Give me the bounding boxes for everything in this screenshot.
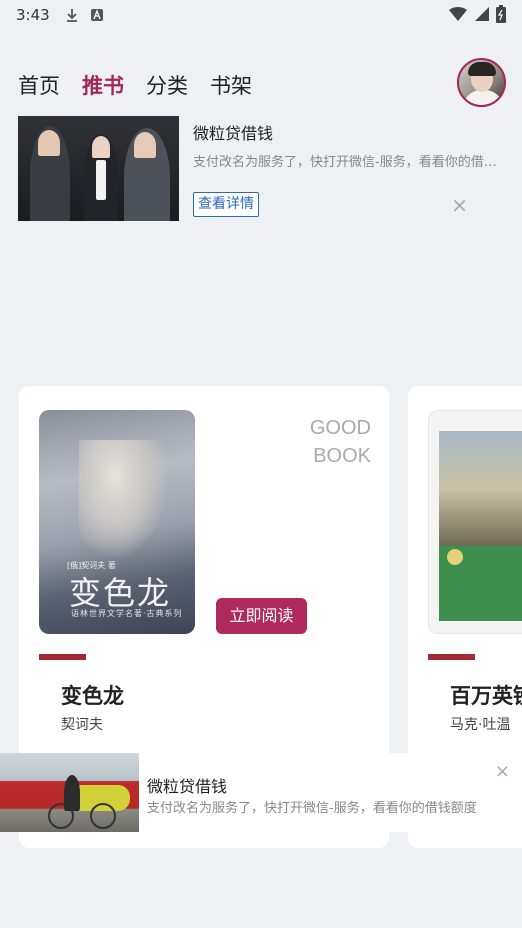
ad-bottom-description[interactable]: 支付改名为服务了，快打开微信-服务，看看你的借钱额度 [147, 797, 487, 816]
tab-home[interactable]: 首页 [18, 70, 60, 100]
status-bar: 3:43 [0, 0, 522, 30]
ad-top-image[interactable] [18, 116, 179, 221]
book-title[interactable]: 变色龙 [61, 680, 124, 710]
book-title[interactable]: 百万英镑 [450, 680, 522, 710]
avatar[interactable] [457, 58, 506, 107]
tab-recommend[interactable]: 推书 [82, 70, 124, 100]
a-icon [90, 8, 104, 22]
ad-bottom-image[interactable] [0, 753, 139, 832]
book-author: 马克·吐温 [450, 717, 511, 733]
close-icon[interactable]: × [495, 761, 510, 782]
book-author: 契诃夫 [61, 717, 103, 733]
book-cover[interactable]: [俄]契诃夫 著 变色龙 语林世界文学名著·古典系列 [39, 410, 195, 634]
book-cover[interactable] [428, 410, 522, 634]
status-time: 3:43 [16, 6, 50, 24]
ad-top-title[interactable]: 微粒贷借钱 [193, 120, 273, 144]
tab-category[interactable]: 分类 [146, 70, 188, 100]
battery-icon [496, 5, 506, 27]
top-nav: 首页 推书 分类 书架 [18, 60, 252, 110]
ad-detail-button[interactable]: 查看详情 [193, 192, 259, 217]
wifi-icon [448, 6, 468, 26]
good-book-badge: GOOD BOOK [309, 417, 371, 467]
accent-bar [428, 654, 475, 660]
accent-bar [39, 654, 86, 660]
ad-top-description[interactable]: 支付改名为服务了，快打开微信-服务，看看你的借钱额度 [193, 151, 503, 170]
ad-bottom-title[interactable]: 微粒贷借钱 [147, 773, 227, 797]
close-icon[interactable]: × [451, 193, 468, 217]
tab-bookshelf[interactable]: 书架 [210, 70, 252, 100]
cover-subtitle: 语林世界文学名著·古典系列 [71, 609, 183, 618]
signal-icon [474, 6, 490, 26]
ad-banner-bottom[interactable]: 微粒贷借钱 支付改名为服务了，快打开微信-服务，看看你的借钱额度 × [0, 753, 522, 832]
download-icon [64, 7, 80, 23]
read-now-button[interactable]: 立即阅读 [216, 598, 307, 634]
ad-banner-top[interactable]: 微粒贷借钱 支付改名为服务了，快打开微信-服务，看看你的借钱额度 查看详情 × [18, 116, 504, 222]
